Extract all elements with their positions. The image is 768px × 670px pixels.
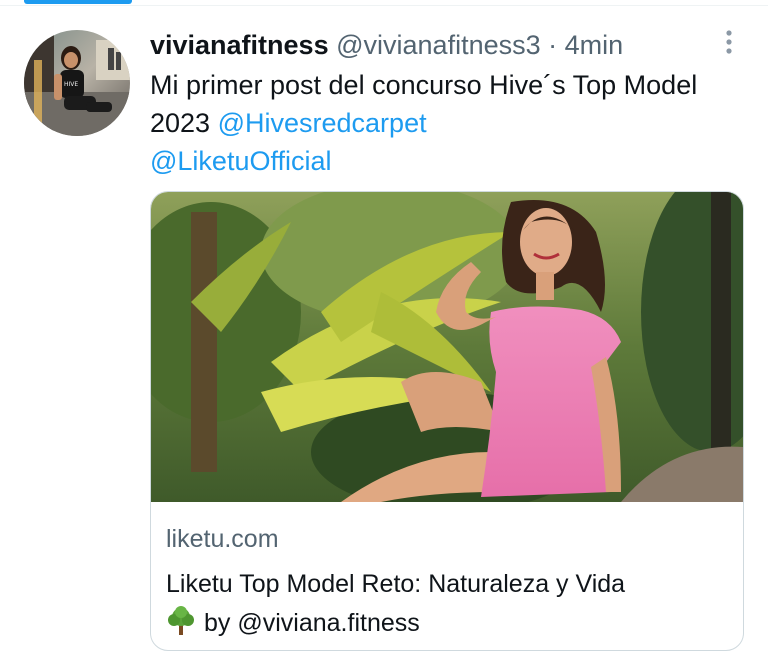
display-name[interactable]: vivianafitness [150,30,329,60]
header-separator: · [548,30,558,60]
card-image[interactable] [151,192,743,502]
mention-hivesredcarpet[interactable]: @Hivesredcarpet [218,108,427,138]
mention-liketuofficial[interactable]: @LiketuOfficial [150,146,332,176]
active-tab-indicator [24,0,132,4]
card-title-line1: Liketu Top Model Reto: Naturaleza y Vida [166,570,626,598]
svg-text:HIVE: HIVE [64,81,78,88]
top-divider [0,5,768,6]
tweet-header: vivianafitness @vivianafitness3 · 4min [150,28,623,62]
handle[interactable]: @vivianafitness3 [336,30,541,60]
more-options-icon[interactable] [718,28,740,56]
tweet-text: Mi primer post del concurso Hive´s Top M… [150,66,740,180]
card-domain: liketu.com [166,525,279,553]
avatar[interactable]: HIVE [24,30,130,136]
card-title-line2: by @viviana.fitness [204,609,420,637]
tweet-page: HIVE vivianafitness @vivianafitness3 · 4… [0,0,768,670]
card-title: Liketu Top Model Reto: Naturaleza y Vida… [166,565,736,643]
timestamp[interactable]: 4min [565,30,624,60]
deciduous-tree-icon [166,606,196,636]
link-preview-card[interactable]: liketu.com Liketu Top Model Reto: Natura… [150,191,744,651]
